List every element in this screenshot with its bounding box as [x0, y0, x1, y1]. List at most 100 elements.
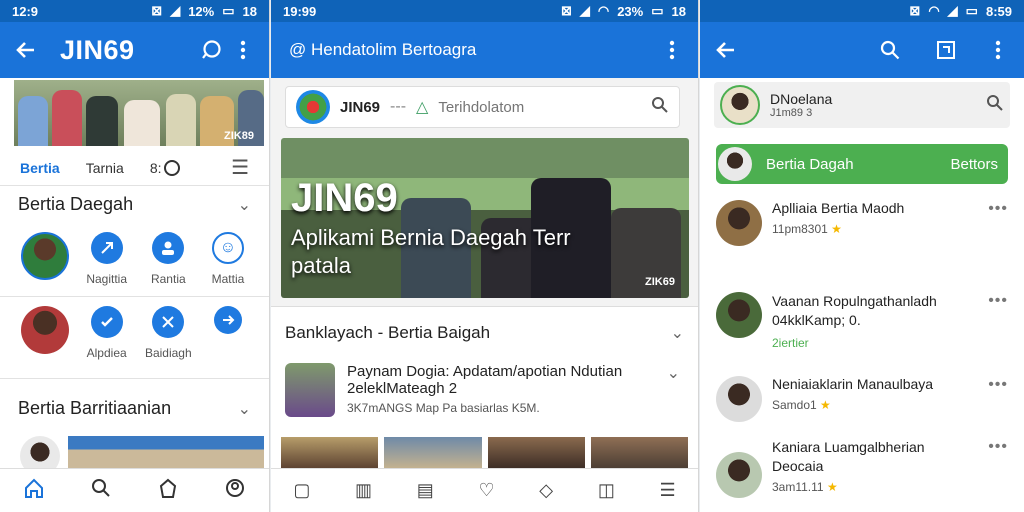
post-meta: 3am11.11: [772, 480, 824, 494]
tab-schedule-label: 8:: [149, 159, 162, 176]
thumbnail-photo[interactable]: [68, 436, 264, 470]
store-icon[interactable]: ▥: [355, 480, 372, 501]
search-icon[interactable]: [986, 94, 1004, 117]
post-title: Kaniara Luamgalbherian Deocaia: [772, 439, 925, 474]
shortcut-label: Rantia: [150, 272, 186, 286]
tab-tarnia[interactable]: Tarnia: [86, 160, 124, 176]
notification-icon: ⊠: [560, 3, 572, 18]
app-logo: [296, 90, 330, 124]
list-item[interactable]: Neniaiaklarin Manaulbaya Samdo1 ★ •••: [716, 376, 1008, 422]
battery-icon: ▭: [222, 3, 235, 18]
list-item[interactable]: Aplliaia Bertia Maodh 11pm8301 ★ •••: [716, 200, 1008, 246]
triangle-icon: △: [416, 99, 429, 116]
news-list: Banklayach - Bertia Baigah ⌄ Paynam Dogi…: [271, 306, 698, 469]
chat-icon[interactable]: ▢: [293, 480, 310, 501]
back-arrow-icon[interactable]: [10, 34, 42, 66]
app-title: @ Hendatolim Bertoagra: [289, 40, 477, 59]
section-title: Bertia Barritiaanian: [18, 398, 172, 418]
thumbnail-photo[interactable]: [384, 437, 482, 469]
hero-card[interactable]: JIN69 Aplikami Bernia Daegah Terr patala…: [281, 138, 689, 298]
search-input[interactable]: [438, 98, 579, 116]
section-header-1[interactable]: Bertia Daegah ⌄: [18, 194, 251, 215]
battery-icon: ▭: [965, 3, 978, 18]
star-icon: ★: [826, 480, 838, 494]
list-item[interactable]: Paynam Dogia: Apdatam/apotian Ndutian 2e…: [285, 363, 680, 417]
wifi-icon: ◠: [597, 3, 610, 18]
user-icon: [152, 232, 185, 264]
news-icon[interactable]: ▤: [417, 480, 434, 501]
star-icon: ★: [820, 398, 831, 412]
hamburger-icon[interactable]: ☰: [231, 155, 249, 180]
search-label: JIN69: [340, 98, 381, 116]
heart-icon[interactable]: ♡: [478, 480, 494, 501]
map-icon[interactable]: ◫: [598, 480, 615, 501]
thumbnail-photo[interactable]: [487, 437, 585, 469]
shortcut-item[interactable]: Rantia: [141, 232, 195, 286]
shortcut-item[interactable]: [201, 306, 255, 360]
shortcut-label: Baidiagh: [144, 346, 192, 360]
bookmark-icon[interactable]: [157, 477, 179, 504]
comment-icon[interactable]: [195, 34, 227, 66]
profile-icon[interactable]: [224, 477, 246, 504]
shortcut-item[interactable]: Alpdiea: [78, 306, 136, 360]
post-title: Aplliaia Bertia Maodh: [772, 200, 905, 216]
signal-icon: ◢: [947, 3, 958, 18]
list-item[interactable]: Kaniara Luamgalbherian Deocaia 3am11.11 …: [716, 438, 1008, 498]
avatar: [716, 452, 762, 498]
hero-title: JIN69: [291, 176, 398, 220]
more-horiz-icon[interactable]: •••: [988, 292, 1008, 350]
section-header-2[interactable]: Bertia Barritiaanian ⌄: [18, 398, 251, 419]
shortcut-item[interactable]: Nagittia: [78, 232, 136, 286]
home-icon[interactable]: [23, 477, 45, 504]
status-bar: 19:99 ⊠ ◢ ◠ 23% ▭ 18: [271, 0, 698, 22]
more-vert-icon[interactable]: [227, 34, 259, 66]
hero-subtitle: Aplikami Bernia Daegah Terr patala: [291, 225, 571, 278]
avatar: [716, 200, 762, 246]
shortcut-item[interactable]: Baidiagh: [141, 306, 195, 360]
divider: [0, 296, 269, 297]
menu-icon[interactable]: ☰: [660, 480, 676, 501]
chevron-down-icon[interactable]: ⌄: [667, 363, 680, 417]
shortcut-item[interactable]: [18, 232, 72, 286]
star-icon: ★: [831, 222, 842, 236]
search-bar[interactable]: JIN69 --- △: [285, 86, 680, 128]
thumbnail-photo[interactable]: [590, 437, 688, 469]
more-horiz-icon[interactable]: •••: [988, 200, 1008, 246]
screen-news-feed: 19:99 ⊠ ◢ ◠ 23% ▭ 18 @ Hendatolim Bertoa…: [271, 0, 699, 512]
status-bar: 12:9 ⊠ ◢ 12% ▭ 18: [0, 0, 269, 22]
tag-icon[interactable]: ◇: [539, 480, 553, 501]
search-icon[interactable]: [651, 96, 669, 119]
search-icon[interactable]: [874, 34, 906, 66]
shortcut-label: Mattia: [211, 272, 245, 286]
tab-schedule[interactable]: 8:: [149, 159, 180, 176]
shortcut-item[interactable]: [18, 306, 72, 360]
shortcut-row: Alpdiea Baidiagh: [18, 306, 255, 360]
post-title: Vaanan Ropulngathanladh 04kklKamp; 0.: [772, 293, 937, 328]
shortcut-item[interactable]: ☺ Mattia: [201, 232, 255, 286]
open-in-icon[interactable]: [930, 34, 962, 66]
more-vert-icon[interactable]: [982, 34, 1014, 66]
app-bar: JIN69: [0, 22, 269, 78]
category-banner[interactable]: Bertia Dagah Bettors: [716, 144, 1008, 184]
list-item[interactable]: Vaanan Ropulngathanladh 04kklKamp; 0. 2i…: [716, 292, 1008, 350]
wifi-icon: ◠: [928, 3, 940, 18]
tab-bertia[interactable]: Bertia: [20, 160, 60, 176]
more-vert-icon[interactable]: [656, 34, 688, 66]
header-photo[interactable]: ZIK89: [14, 80, 264, 146]
banner-action[interactable]: Bettors: [950, 156, 998, 173]
send-icon: [213, 306, 242, 334]
thumbnail-photo[interactable]: [281, 437, 379, 469]
more-horiz-icon[interactable]: •••: [988, 376, 1008, 422]
avatar: [716, 292, 762, 338]
back-arrow-icon[interactable]: [710, 34, 742, 66]
user-search-bar[interactable]: DNoelana J1m89 3: [714, 82, 1010, 128]
news-meta: 3K7mANGS Map Pa basiarlas K5M.: [347, 401, 540, 415]
list-section-header[interactable]: Banklayach - Bertia Baigah ⌄: [271, 307, 698, 343]
post-title: Neniaiaklarin Manaulbaya: [772, 376, 934, 392]
divider: [0, 378, 269, 379]
search-icon[interactable]: [90, 477, 112, 504]
app-bar: [700, 22, 1024, 78]
more-horiz-icon[interactable]: •••: [988, 438, 1008, 498]
avatar: [21, 306, 69, 354]
user-meta: J1m89 3: [770, 107, 813, 119]
